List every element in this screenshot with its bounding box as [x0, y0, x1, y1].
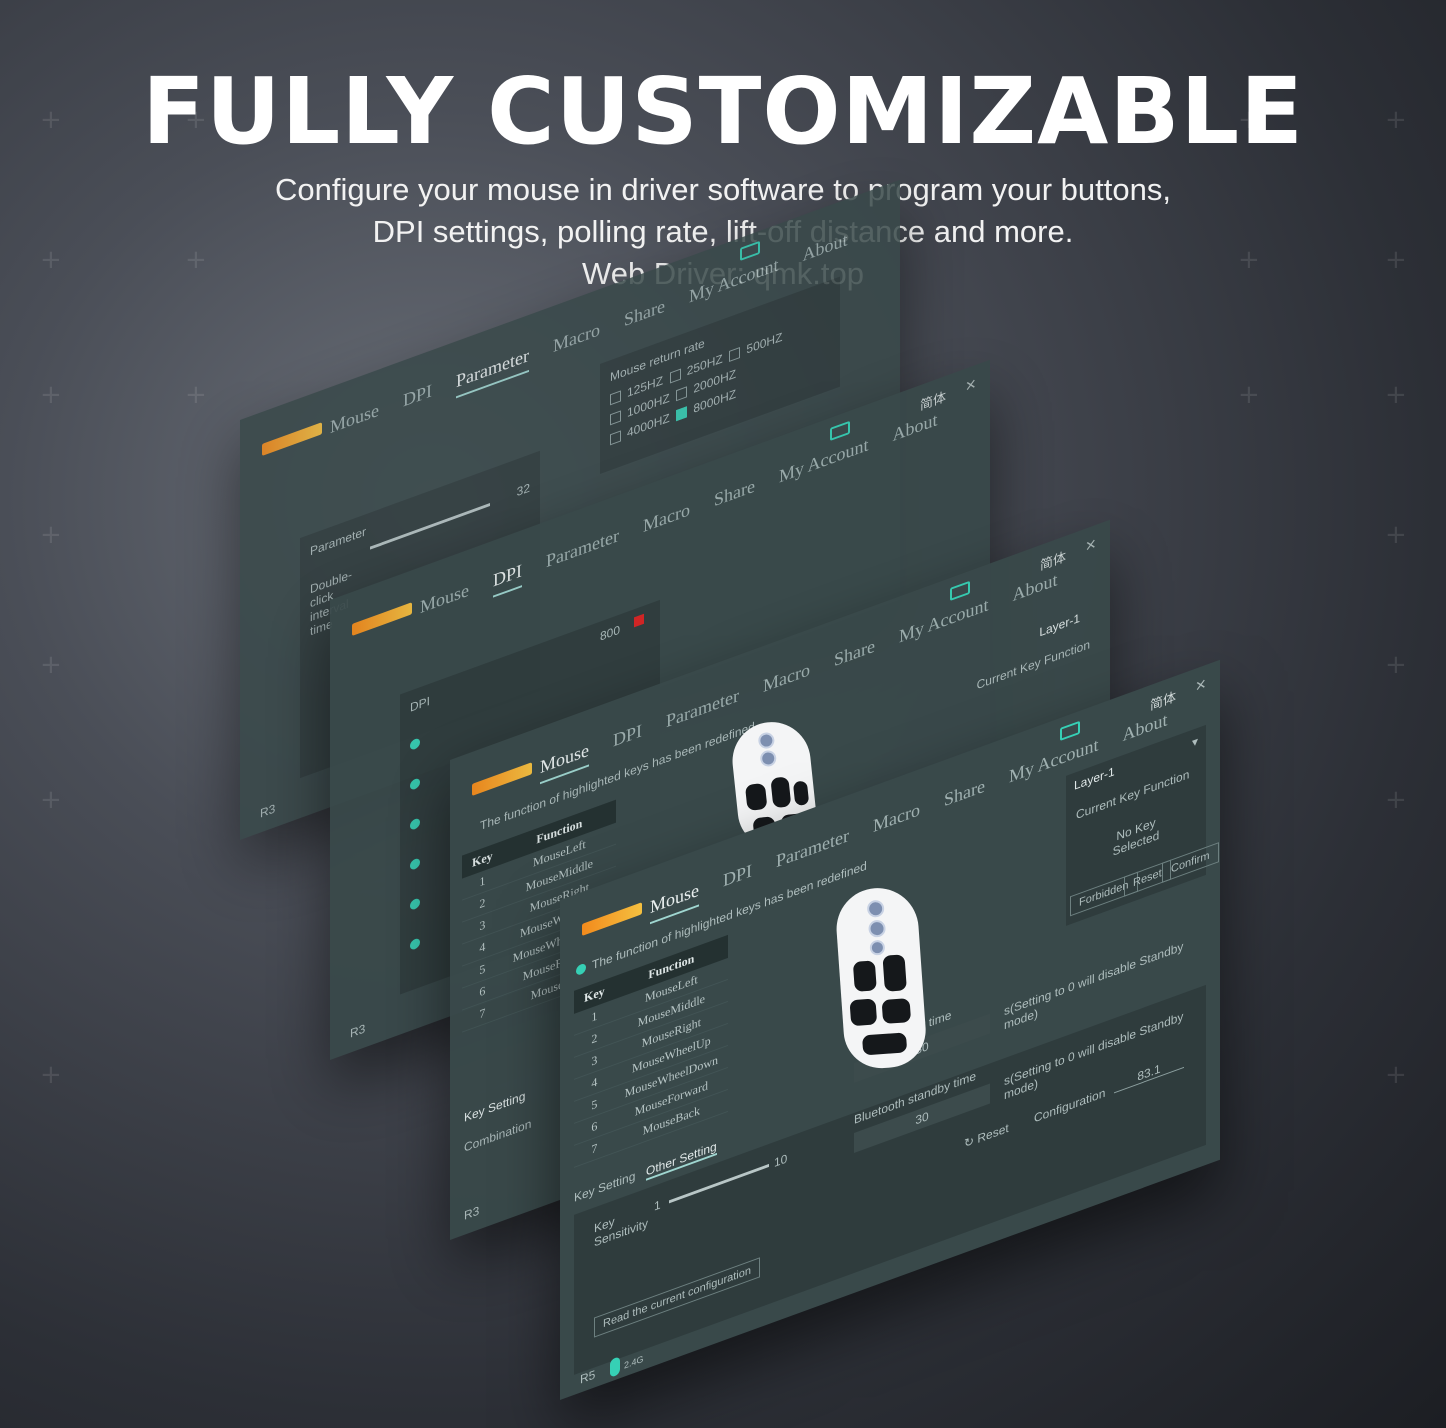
dpi-level-dot[interactable]	[410, 937, 420, 951]
brand-logo	[472, 762, 532, 796]
tab-dpi[interactable]: DPI	[493, 560, 523, 598]
read-config-button[interactable]: Read the current configuration	[594, 1257, 760, 1338]
dpi-level-dot[interactable]	[410, 817, 420, 831]
parameter-max: 32	[516, 480, 530, 500]
tab-share[interactable]: Share	[944, 775, 985, 817]
tab-mouse[interactable]: Mouse	[330, 399, 379, 444]
sensitivity-max: 10	[774, 1151, 788, 1171]
battery-icon	[1060, 720, 1080, 742]
battery-icon	[830, 420, 850, 442]
brand-logo	[582, 902, 642, 936]
tab-share[interactable]: Share	[834, 635, 875, 677]
tab-dpi[interactable]: DPI	[403, 380, 432, 418]
layer-select[interactable]: Layer-1	[1039, 611, 1080, 640]
key-sensitivity-label: Key Sensitivity	[594, 1214, 649, 1250]
tab-mouse[interactable]: Mouse	[420, 579, 469, 624]
layer-select[interactable]: Layer-1	[1074, 764, 1115, 793]
tab-share[interactable]: Share	[624, 295, 665, 337]
tab-my-account[interactable]: My Account	[779, 434, 869, 494]
notice-dot	[576, 962, 586, 977]
close-icon[interactable]: ×	[1195, 673, 1206, 698]
reset-settings-button[interactable]: ↻ Reset	[964, 1121, 1009, 1151]
tab-key-setting[interactable]: Key Setting	[464, 1089, 525, 1125]
tab-parameter[interactable]: Parameter	[456, 344, 529, 399]
tab-dpi[interactable]: DPI	[613, 720, 642, 758]
dpi-level-dot[interactable]	[410, 737, 420, 751]
tab-about[interactable]: About	[892, 409, 937, 452]
footer-model: R3	[350, 1021, 366, 1041]
dongle-icon	[610, 1356, 620, 1378]
tab-mouse[interactable]: Mouse	[650, 879, 699, 925]
mouse-image	[833, 885, 929, 1071]
connection-mode: 2.4G	[624, 1353, 644, 1371]
tab-my-account[interactable]: My Account	[899, 594, 989, 654]
close-icon[interactable]: ×	[1085, 533, 1096, 558]
configuration-select[interactable]: 83.1	[1114, 1052, 1184, 1094]
battery-icon	[740, 240, 760, 262]
window-stack: Mouse DPI Parameter Macro Share My Accou…	[0, 0, 1446, 1428]
current-key-function-label: Current Key Function	[976, 637, 1090, 693]
dpi-level-dot[interactable]	[410, 857, 420, 871]
tab-about[interactable]: About	[1012, 569, 1057, 612]
tab-share[interactable]: Share	[714, 475, 755, 517]
brand-logo	[352, 602, 412, 636]
confirm-button[interactable]: Confirm	[1162, 842, 1219, 883]
combination-label: Combination	[464, 1116, 532, 1155]
sensitivity-slider[interactable]	[669, 1163, 769, 1204]
tab-dpi[interactable]: DPI	[723, 860, 752, 898]
dpi-level-dot[interactable]	[410, 897, 420, 911]
tab-macro[interactable]: Macro	[873, 799, 920, 843]
no-key-selected: No Key Selected	[1112, 815, 1160, 859]
tab-macro[interactable]: Macro	[643, 499, 690, 543]
tab-macro[interactable]: Macro	[763, 659, 810, 703]
dpi-level-dot[interactable]	[410, 777, 420, 791]
close-icon[interactable]: ×	[965, 373, 976, 398]
chevron-down-icon[interactable]: ▾	[1192, 734, 1198, 750]
tab-macro[interactable]: Macro	[553, 319, 600, 363]
refresh-icon: ↻	[964, 1132, 978, 1151]
footer-model: R3	[260, 801, 276, 821]
tab-parameter[interactable]: Parameter	[546, 525, 619, 579]
brand-logo	[262, 422, 322, 456]
tab-about[interactable]: About	[802, 229, 847, 272]
configuration-label: Configuration	[1034, 1085, 1106, 1126]
sensitivity-min: 1	[654, 1197, 661, 1214]
battery-icon	[950, 580, 970, 602]
tab-mouse[interactable]: Mouse	[540, 739, 589, 785]
footer-model: R3	[464, 1203, 480, 1223]
